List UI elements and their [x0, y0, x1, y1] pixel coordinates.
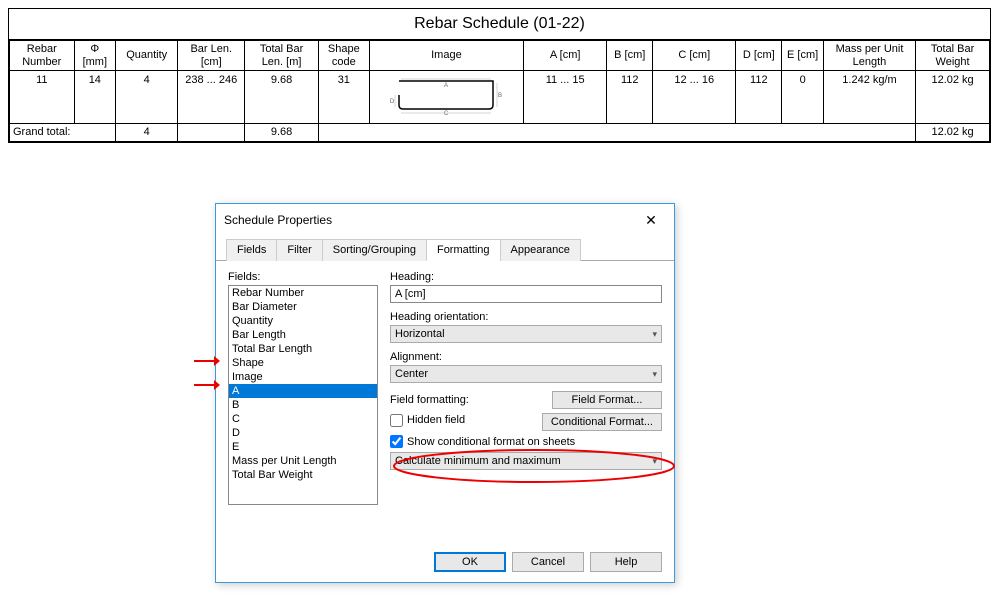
header-b: B [cm] [607, 41, 653, 71]
field-item[interactable]: A [229, 384, 377, 398]
field-item[interactable]: Quantity [229, 314, 377, 328]
cell-image: A B C D [369, 71, 523, 124]
svg-text:B: B [498, 93, 502, 99]
cell-a: 11 ... 15 [524, 71, 607, 124]
help-button[interactable]: Help [590, 552, 662, 572]
close-icon: ✕ [645, 212, 657, 229]
field-item[interactable]: Shape [229, 356, 377, 370]
cell-rebar-number: 11 [10, 71, 75, 124]
header-image: Image [369, 41, 523, 71]
cell-diameter: 14 [74, 71, 116, 124]
field-item[interactable]: Mass per Unit Length [229, 454, 377, 468]
field-item[interactable]: C [229, 412, 377, 426]
field-item[interactable]: Image [229, 370, 377, 384]
field-item[interactable]: Rebar Number [229, 286, 377, 300]
close-button[interactable]: ✕ [636, 210, 666, 230]
cell-total-bar-len: 9.68 [245, 71, 319, 124]
table-header-row: Rebar Number Φ [mm] Quantity Bar Len. [c… [10, 41, 990, 71]
chevron-down-icon: ▾ [652, 329, 657, 340]
dialog-title: Schedule Properties [224, 213, 332, 227]
chevron-down-icon: ▾ [652, 369, 657, 380]
grand-total-bar-len: 9.68 [245, 123, 319, 141]
field-item[interactable]: Bar Length [229, 328, 377, 342]
field-formatting-label: Field formatting: [390, 394, 469, 406]
header-diameter: Φ [mm] [74, 41, 116, 71]
grand-total-label: Grand total: [10, 123, 116, 141]
field-format-button[interactable]: Field Format... [552, 391, 662, 409]
field-item[interactable]: E [229, 440, 377, 454]
svg-text:C: C [444, 111, 449, 117]
field-item[interactable]: B [229, 398, 377, 412]
tab-appearance[interactable]: Appearance [500, 239, 581, 261]
header-total-bar-weight: Total Bar Weight [916, 41, 990, 71]
heading-input[interactable] [390, 285, 662, 303]
cell-d: 112 [736, 71, 782, 124]
show-conditional-checkbox[interactable] [390, 435, 403, 448]
tabs: Fields Filter Sorting/Grouping Formattin… [216, 238, 674, 261]
field-item[interactable]: D [229, 426, 377, 440]
hidden-field-checkbox-row[interactable]: Hidden field [390, 414, 465, 427]
cell-quantity: 4 [116, 71, 178, 124]
conditional-format-button[interactable]: Conditional Format... [542, 413, 662, 431]
chevron-down-icon: ▾ [652, 456, 657, 467]
schedule-table: Rebar Number Φ [mm] Quantity Bar Len. [c… [9, 40, 990, 142]
calculate-value: Calculate minimum and maximum [395, 455, 561, 467]
tab-formatting[interactable]: Formatting [426, 239, 501, 261]
rebar-shape-icon: A B C D [381, 73, 511, 117]
grand-total-quantity: 4 [116, 123, 178, 141]
header-bar-len: Bar Len. [cm] [178, 41, 245, 71]
header-d: D [cm] [736, 41, 782, 71]
header-c: C [cm] [653, 41, 736, 71]
cell-bar-len: 238 ... 246 [178, 71, 245, 124]
header-quantity: Quantity [116, 41, 178, 71]
hidden-field-checkbox[interactable] [390, 414, 403, 427]
dialog-footer: OK Cancel Help [434, 552, 662, 572]
table-data-row: 11 14 4 238 ... 246 9.68 31 A B C D [10, 71, 990, 124]
schedule-title: Rebar Schedule (01-22) [9, 9, 990, 40]
svg-text:A: A [444, 83, 448, 89]
tab-filter[interactable]: Filter [276, 239, 322, 261]
fields-list[interactable]: Rebar NumberBar DiameterQuantityBar Leng… [228, 285, 378, 505]
hidden-field-label: Hidden field [407, 414, 465, 426]
cell-total-bar-weight: 12.02 kg [916, 71, 990, 124]
cell-e: 0 [782, 71, 824, 124]
heading-label: Heading: [390, 271, 662, 283]
cell-mass-per-unit: 1.242 kg/m [823, 71, 915, 124]
cancel-button[interactable]: Cancel [512, 552, 584, 572]
cell-shape-code: 31 [318, 71, 369, 124]
heading-orientation-dropdown[interactable]: Horizontal ▾ [390, 325, 662, 343]
alignment-dropdown[interactable]: Center ▾ [390, 365, 662, 383]
schedule-properties-dialog: Schedule Properties ✕ Fields Filter Sort… [215, 203, 675, 583]
field-item[interactable]: Bar Diameter [229, 300, 377, 314]
dialog-titlebar[interactable]: Schedule Properties ✕ [216, 204, 674, 236]
show-conditional-label: Show conditional format on sheets [407, 436, 575, 448]
tab-sorting-grouping[interactable]: Sorting/Grouping [322, 239, 427, 261]
field-item[interactable]: Total Bar Length [229, 342, 377, 356]
header-e: E [cm] [782, 41, 824, 71]
ok-button[interactable]: OK [434, 552, 506, 572]
header-shape-code: Shape code [318, 41, 369, 71]
grand-total-weight: 12.02 kg [916, 123, 990, 141]
heading-orientation-label: Heading orientation: [390, 311, 662, 323]
heading-orientation-value: Horizontal [395, 328, 445, 340]
header-mass-per-unit: Mass per Unit Length [823, 41, 915, 71]
show-conditional-checkbox-row[interactable]: Show conditional format on sheets [390, 435, 662, 448]
alignment-label: Alignment: [390, 351, 662, 363]
alignment-value: Center [395, 368, 428, 380]
calculate-dropdown[interactable]: Calculate minimum and maximum ▾ [390, 452, 662, 470]
tab-fields[interactable]: Fields [226, 239, 277, 261]
schedule-container: Rebar Schedule (01-22) Rebar Number Φ [m… [8, 8, 991, 143]
fields-label: Fields: [228, 271, 378, 283]
header-total-bar-len: Total Bar Len. [m] [245, 41, 319, 71]
cell-c: 12 ... 16 [653, 71, 736, 124]
cell-b: 112 [607, 71, 653, 124]
field-item[interactable]: Total Bar Weight [229, 468, 377, 482]
table-total-row: Grand total: 4 9.68 12.02 kg [10, 123, 990, 141]
header-rebar-number: Rebar Number [10, 41, 75, 71]
svg-text:D: D [390, 99, 395, 105]
header-a: A [cm] [524, 41, 607, 71]
